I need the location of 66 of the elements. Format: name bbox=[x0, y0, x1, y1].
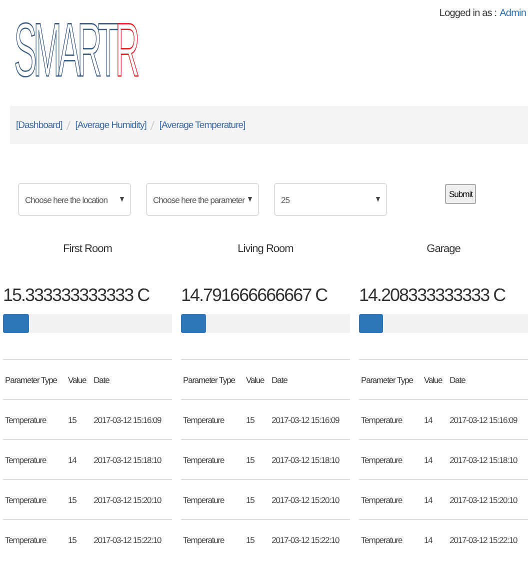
column-header: Parameter Type bbox=[359, 360, 422, 400]
table-cell: 14 bbox=[66, 440, 92, 480]
column-header: Parameter Type bbox=[3, 360, 66, 400]
table-cell: Temperature bbox=[181, 440, 244, 480]
table-cell: 2017-03-12 15:22:10 bbox=[270, 520, 350, 559]
column-header: Value bbox=[422, 360, 448, 400]
column-header: Date bbox=[270, 360, 350, 400]
table-cell: 15 bbox=[66, 480, 92, 520]
table-cell: Temperature bbox=[359, 440, 422, 480]
table-cell: 2017-03-12 15:16:09 bbox=[448, 400, 528, 440]
table-cell: Temperature bbox=[181, 480, 244, 520]
dropdown[interactable]: Choose here the location bbox=[18, 183, 131, 216]
dropdown[interactable]: Choose here the parameter bbox=[146, 183, 259, 216]
table-cell: Temperature bbox=[359, 480, 422, 520]
logged-in-label: Logged in as : bbox=[439, 8, 497, 19]
submit-button[interactable]: Submit bbox=[445, 184, 476, 204]
room-title: First Room bbox=[63, 243, 112, 255]
room-title: Living Room bbox=[238, 243, 294, 255]
average-temperature: 14.791666666667 C bbox=[181, 285, 328, 307]
caret-icon bbox=[248, 197, 252, 202]
average-temperature: 15.333333333333 C bbox=[3, 285, 150, 307]
average-temperature: 14.208333333333 C bbox=[359, 285, 506, 307]
dropdown[interactable]: 25 bbox=[274, 183, 387, 216]
breadcrumb-separator bbox=[150, 120, 155, 130]
table-cell: 2017-03-12 15:20:10 bbox=[448, 480, 528, 520]
table-cell: 2017-03-12 15:16:09 bbox=[92, 400, 172, 440]
table-cell: Temperature bbox=[359, 400, 422, 440]
table-cell: Temperature bbox=[3, 480, 66, 520]
table-cell: 15 bbox=[244, 400, 270, 440]
table-cell: 2017-03-12 15:22:10 bbox=[92, 520, 172, 559]
table-cell: Temperature bbox=[3, 440, 66, 480]
table-cell: Temperature bbox=[3, 400, 66, 440]
table-cell: 14 bbox=[422, 520, 448, 559]
user-link[interactable]: Admin bbox=[500, 8, 526, 19]
column-header: Value bbox=[66, 360, 92, 400]
column-header: Value bbox=[244, 360, 270, 400]
table-cell: Temperature bbox=[181, 520, 244, 559]
table-cell: Temperature bbox=[181, 400, 244, 440]
table-cell: 14 bbox=[422, 440, 448, 480]
table-cell: 15 bbox=[244, 480, 270, 520]
table-cell: 2017-03-12 15:20:10 bbox=[92, 480, 172, 520]
column-header: Date bbox=[448, 360, 528, 400]
breadcrumb-link[interactable]: [Dashboard] bbox=[16, 120, 62, 130]
table-cell: 15 bbox=[244, 440, 270, 480]
table-cell: Temperature bbox=[3, 520, 66, 559]
table-cell: 2017-03-12 15:18:10 bbox=[92, 440, 172, 480]
table-cell: 15 bbox=[244, 520, 270, 559]
column-header: Date bbox=[92, 360, 172, 400]
table-cell: 2017-03-12 15:20:10 bbox=[270, 480, 350, 520]
table-cell: Temperature bbox=[359, 520, 422, 559]
table-cell: 2017-03-12 15:16:09 bbox=[270, 400, 350, 440]
caret-icon bbox=[120, 197, 124, 202]
breadcrumb-link[interactable]: [Average Humidity] bbox=[75, 120, 146, 130]
table-cell: 14 bbox=[422, 400, 448, 440]
table-cell: 2017-03-12 15:18:10 bbox=[448, 440, 528, 480]
table-cell: 15 bbox=[66, 520, 92, 559]
table-cell: 2017-03-12 15:22:10 bbox=[448, 520, 528, 559]
table-cell: 2017-03-12 15:18:10 bbox=[270, 440, 350, 480]
breadcrumb-separator bbox=[66, 120, 71, 130]
logo: SMARTR bbox=[14, 12, 136, 90]
column-header: Parameter Type bbox=[181, 360, 244, 400]
breadcrumb-link[interactable]: [Average Temperature] bbox=[159, 120, 246, 130]
table-cell: 14 bbox=[422, 480, 448, 520]
room-title: Garage bbox=[426, 243, 460, 255]
table-cell: 15 bbox=[66, 400, 92, 440]
caret-icon bbox=[376, 197, 380, 202]
